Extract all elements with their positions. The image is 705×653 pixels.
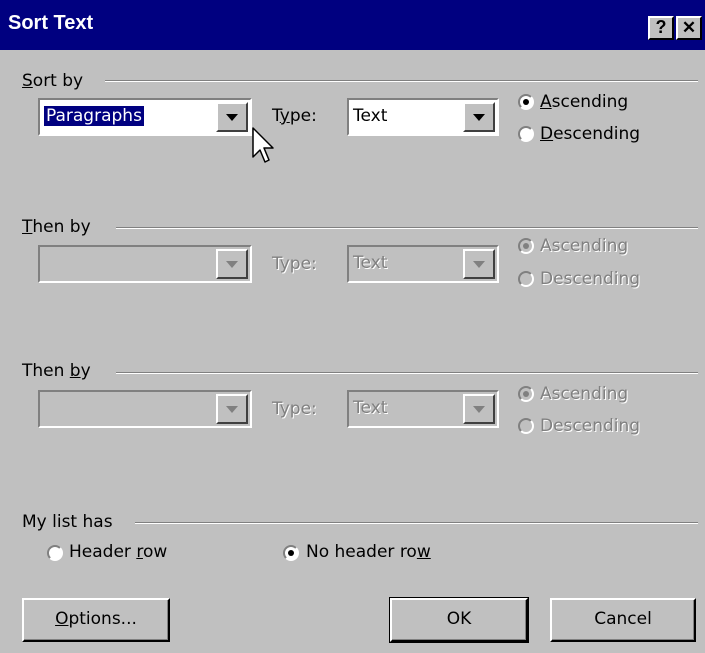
then-by-2-group-label: Then by [22, 361, 91, 381]
mouse-cursor-icon [252, 127, 274, 163]
then-by-1-descending-radio[interactable] [518, 271, 534, 287]
no-header-row-radio[interactable] [283, 545, 299, 561]
then-by-1-type-label: Type: [272, 254, 317, 274]
then-by-1-divider [116, 227, 698, 229]
close-icon: ✕ [681, 18, 697, 37]
then-by-1-ascending-label[interactable]: Ascending [540, 236, 628, 256]
sort-by-type-value: Text [353, 106, 388, 126]
header-row-label[interactable]: Header row [69, 542, 167, 562]
options-button[interactable]: Options... [22, 598, 170, 642]
then-by-2-type-select[interactable]: Text [347, 390, 499, 428]
then-by-2-type-label: Type: [272, 399, 317, 419]
dropdown-arrow-icon[interactable] [216, 394, 248, 424]
then-by-2-field-select[interactable] [38, 390, 252, 428]
help-button[interactable]: ? [648, 16, 674, 40]
then-by-1-type-select[interactable]: Text [347, 245, 499, 283]
cancel-button[interactable]: Cancel [550, 598, 696, 642]
sort-by-descending-label[interactable]: Descending [540, 124, 640, 144]
dropdown-arrow-icon[interactable] [216, 102, 248, 132]
dropdown-arrow-icon[interactable] [463, 102, 495, 132]
sort-by-field-select[interactable]: Paragraphs [38, 98, 252, 136]
list-has-divider [135, 522, 698, 524]
dropdown-arrow-icon[interactable] [216, 249, 248, 279]
sort-by-divider [105, 80, 698, 82]
sort-by-field-value: Paragraphs [43, 105, 145, 127]
sort-by-descending-radio[interactable] [518, 126, 534, 142]
then-by-1-group-label: Then by [22, 217, 91, 237]
sort-by-group-label: Sort by [22, 71, 84, 91]
title-bar [0, 0, 705, 50]
radio-selected-dot [288, 550, 294, 556]
then-by-1-descending-label[interactable]: Descending [540, 269, 640, 289]
dropdown-arrow-icon[interactable] [463, 249, 495, 279]
radio-selected-dot [523, 243, 529, 249]
sort-by-ascending-label[interactable]: Ascending [540, 92, 628, 112]
then-by-2-descending-label[interactable]: Descending [540, 416, 640, 436]
radio-selected-dot [523, 99, 529, 105]
then-by-1-field-select[interactable] [38, 245, 252, 283]
then-by-2-ascending-label[interactable]: Ascending [540, 384, 628, 404]
no-header-row-label[interactable]: No header row [306, 542, 431, 562]
then-by-2-descending-radio[interactable] [518, 418, 534, 434]
sort-by-type-label: Type: [272, 106, 317, 126]
then-by-1-ascending-radio[interactable] [518, 238, 534, 254]
help-icon: ? [655, 17, 667, 37]
then-by-2-ascending-radio[interactable] [518, 386, 534, 402]
dropdown-arrow-icon[interactable] [463, 394, 495, 424]
close-button[interactable]: ✕ [676, 16, 702, 40]
ok-button[interactable]: OK [389, 597, 529, 643]
radio-selected-dot [523, 391, 529, 397]
header-row-radio[interactable] [47, 545, 63, 561]
then-by-2-divider [116, 372, 698, 374]
then-by-2-type-value: Text [353, 398, 388, 418]
then-by-1-type-value: Text [353, 253, 388, 273]
sort-by-type-select[interactable]: Text [347, 98, 499, 136]
window-title: Sort Text [8, 12, 94, 34]
sort-by-ascending-radio[interactable] [518, 94, 534, 110]
list-has-group-label: My list has [22, 512, 113, 532]
